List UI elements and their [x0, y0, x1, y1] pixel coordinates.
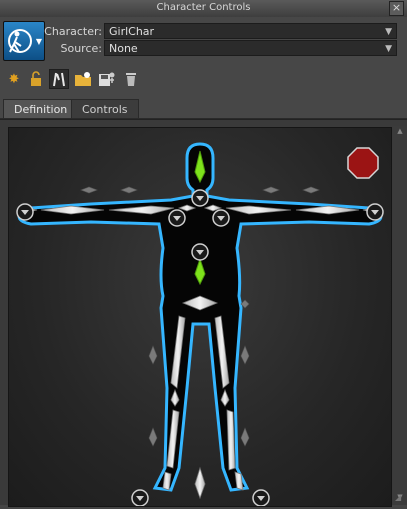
character-value: GirlChar — [109, 25, 155, 38]
character-label: Character: — [44, 25, 102, 38]
character-controls-menu-icon[interactable]: ▼ — [3, 21, 45, 61]
reference-bone[interactable] — [194, 466, 206, 500]
chevron-down-icon: ▼ — [385, 44, 392, 54]
delete-icon[interactable] — [121, 69, 141, 89]
lock-icon[interactable] — [26, 69, 46, 89]
tab-definition[interactable]: Definition — [3, 99, 79, 118]
source-value: None — [109, 42, 138, 55]
character-figure — [16, 142, 384, 507]
source-dropdown[interactable]: None ▼ — [104, 40, 397, 56]
create-character-icon[interactable]: ✸ — [4, 69, 24, 89]
character-header: ▼ Character: GirlChar ▼ Source: None ▼ — [0, 17, 407, 63]
tab-bar: Definition Controls — [0, 96, 407, 119]
skeleton-view-icon[interactable] — [49, 69, 69, 89]
window-titlebar: Character Controls × — [0, 0, 407, 18]
vertical-scrollbar[interactable]: ▲ ▼ — [393, 126, 407, 505]
definition-panel: ▲ ▼ ◢ — [0, 119, 407, 507]
save-character-icon[interactable] — [97, 69, 117, 89]
source-label: Source: — [60, 42, 103, 55]
close-button[interactable]: × — [389, 1, 404, 16]
character-dropdown[interactable]: GirlChar ▼ — [104, 23, 397, 39]
tab-controls[interactable]: Controls — [71, 99, 139, 118]
character-viewport — [8, 127, 392, 507]
chevron-down-icon: ▼ — [385, 27, 392, 37]
resize-grip-icon[interactable]: ◢ — [395, 493, 405, 503]
stop-icon[interactable] — [347, 147, 379, 179]
window-title: Character Controls — [156, 2, 251, 13]
scroll-up-icon[interactable]: ▲ — [395, 126, 405, 136]
load-file-icon[interactable] — [73, 69, 93, 89]
toolbar: ✸ — [0, 63, 407, 96]
